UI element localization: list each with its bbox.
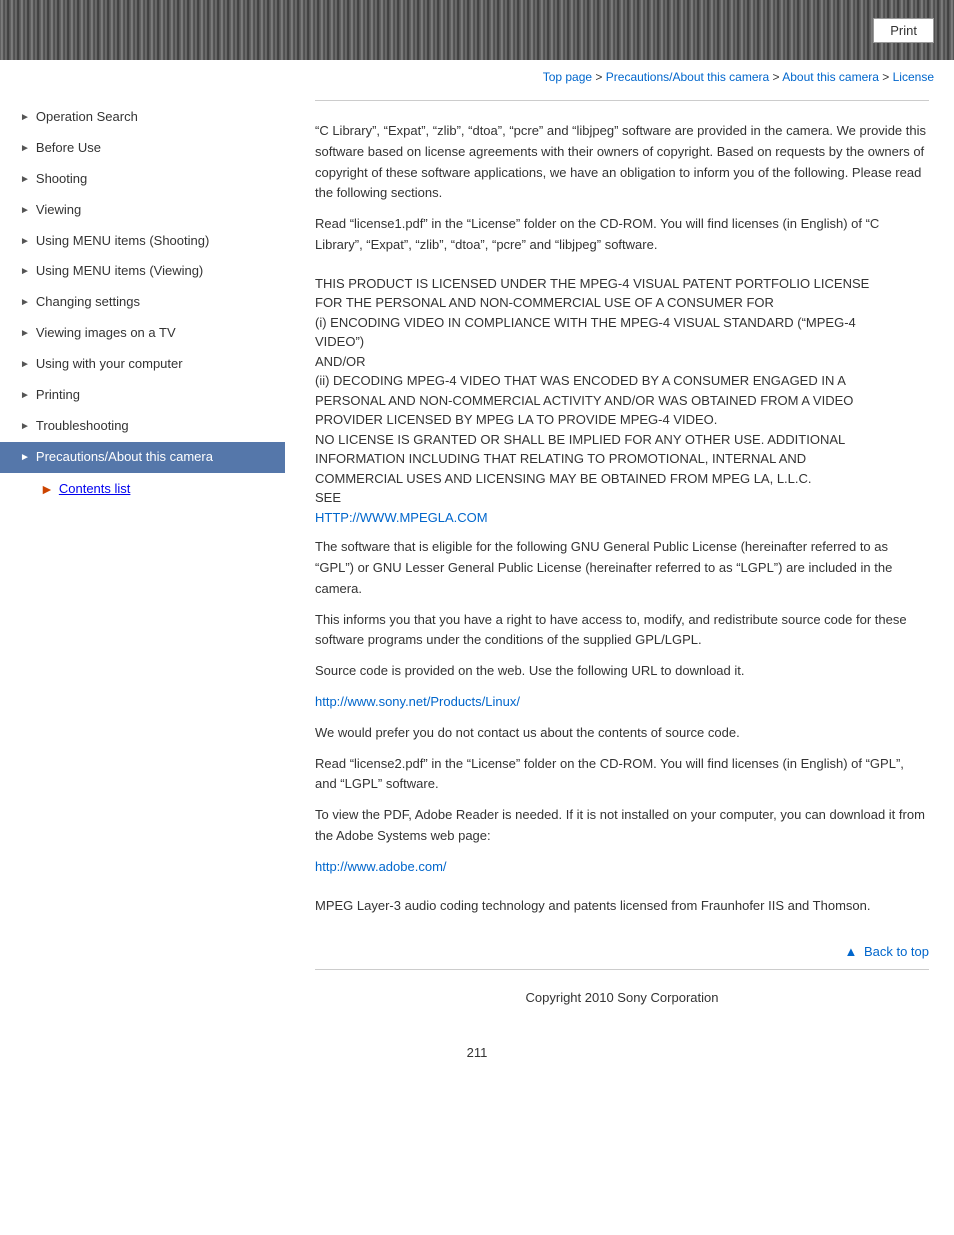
sidebar-item-precautions[interactable]: ► Precautions/About this camera [0, 442, 285, 473]
arrow-icon: ► [20, 265, 30, 278]
arrow-icon: ► [20, 235, 30, 248]
triangle-up-icon: ▲ [844, 944, 857, 959]
arrow-icon: ► [20, 358, 30, 371]
breadcrumb-about-camera[interactable]: About this camera [782, 70, 879, 84]
sidebar: ► Operation Search ► Before Use ► Shooti… [0, 92, 285, 1035]
sidebar-item-label: Shooting [36, 171, 87, 188]
sidebar-item-label: Using MENU items (Shooting) [36, 233, 209, 250]
footer-divider [315, 969, 929, 970]
main-layout: ► Operation Search ► Before Use ► Shooti… [0, 92, 954, 1035]
clibrary-para1: “C Library”, “Expat”, “zlib”, “dtoa”, “p… [315, 121, 929, 204]
sidebar-item-printing[interactable]: ► Printing [0, 380, 285, 411]
sidebar-item-before-use[interactable]: ► Before Use [0, 133, 285, 164]
arrow-right-icon: ► [40, 481, 54, 497]
gpl-para1: The software that is eligible for the fo… [315, 537, 929, 599]
sidebar-item-label: Using with your computer [36, 356, 183, 373]
mpeg4-line12: SEE [315, 488, 929, 508]
page-number: 211 [0, 1035, 954, 1070]
arrow-icon: ► [20, 173, 30, 186]
mpeg4-line3: (i) ENCODING VIDEO IN COMPLIANCE WITH TH… [315, 313, 929, 333]
section-gpl: The software that is eligible for the fo… [315, 537, 929, 877]
sidebar-item-label: Before Use [36, 140, 101, 157]
contents-list-link[interactable]: ► Contents list [20, 473, 285, 505]
sidebar-item-operation-search[interactable]: ► Operation Search [0, 102, 285, 133]
mpegla-url[interactable]: HTTP://WWW.MPEGLA.COM [315, 510, 488, 525]
back-to-top: ▲ Back to top [315, 934, 929, 964]
section-mpeg-layer3: MPEG Layer-3 audio coding technology and… [315, 896, 929, 917]
clibrary-para2: Read “license1.pdf” in the “License” fol… [315, 214, 929, 256]
back-to-top-label: Back to top [864, 944, 929, 959]
gpl-para2: This informs you that you have a right t… [315, 610, 929, 652]
section-clibrary: “C Library”, “Expat”, “zlib”, “dtoa”, “p… [315, 121, 929, 256]
arrow-icon: ► [20, 296, 30, 309]
sidebar-item-troubleshooting[interactable]: ► Troubleshooting [0, 411, 285, 442]
sidebar-item-label: Viewing [36, 202, 81, 219]
back-to-top-link[interactable]: ▲ Back to top [844, 944, 929, 959]
mpeg4-line7: PERSONAL AND NON-COMMERCIAL ACTIVITY AND… [315, 391, 929, 411]
arrow-icon: ► [20, 420, 30, 433]
mpeg4-line10: INFORMATION INCLUDING THAT RELATING TO P… [315, 449, 929, 469]
adobe-url[interactable]: http://www.adobe.com/ [315, 859, 447, 874]
sony-linux-url[interactable]: http://www.sony.net/Products/Linux/ [315, 694, 520, 709]
gpl-para3: Source code is provided on the web. Use … [315, 661, 929, 682]
sidebar-item-computer[interactable]: ► Using with your computer [0, 349, 285, 380]
gpl-para5: Read “license2.pdf” in the “License” fol… [315, 754, 929, 796]
mpeg4-line1: THIS PRODUCT IS LICENSED UNDER THE MPEG-… [315, 274, 929, 294]
contents-list-label[interactable]: Contents list [59, 481, 131, 496]
arrow-icon: ► [20, 389, 30, 402]
sidebar-item-viewing[interactable]: ► Viewing [0, 195, 285, 226]
sidebar-item-label: Troubleshooting [36, 418, 129, 435]
breadcrumb-top-page[interactable]: Top page [543, 70, 592, 84]
footer: Copyright 2010 Sony Corporation [315, 975, 929, 1015]
print-button[interactable]: Print [873, 18, 934, 43]
content-area: “C Library”, “Expat”, “zlib”, “dtoa”, “p… [285, 92, 954, 1035]
arrow-icon: ► [20, 327, 30, 340]
sidebar-item-menu-viewing[interactable]: ► Using MENU items (Viewing) [0, 256, 285, 287]
sidebar-item-changing-settings[interactable]: ► Changing settings [0, 287, 285, 318]
breadcrumb: Top page > Precautions/About this camera… [0, 60, 954, 92]
mpeg4-line4: VIDEO”) [315, 332, 929, 352]
arrow-icon: ► [20, 451, 30, 464]
mpeg4-line8: PROVIDER LICENSED BY MPEG LA TO PROVIDE … [315, 410, 929, 430]
header-bar: Print [0, 0, 954, 60]
arrow-icon: ► [20, 111, 30, 124]
gpl-para4: We would prefer you do not contact us ab… [315, 723, 929, 744]
sidebar-item-shooting[interactable]: ► Shooting [0, 164, 285, 195]
mpeg-layer3-para: MPEG Layer-3 audio coding technology and… [315, 896, 929, 917]
sidebar-item-label: Printing [36, 387, 80, 404]
mpeg4-line2: FOR THE PERSONAL AND NON-COMMERCIAL USE … [315, 293, 929, 313]
mpeg4-line6: (ii) DECODING MPEG-4 VIDEO THAT WAS ENCO… [315, 371, 929, 391]
sidebar-item-label: Precautions/About this camera [36, 449, 213, 466]
top-divider [315, 100, 929, 101]
sidebar-item-label: Viewing images on a TV [36, 325, 176, 342]
sidebar-item-viewing-tv[interactable]: ► Viewing images on a TV [0, 318, 285, 349]
section-mpeg4: THIS PRODUCT IS LICENSED UNDER THE MPEG-… [315, 274, 929, 528]
gpl-para6: To view the PDF, Adobe Reader is needed.… [315, 805, 929, 847]
breadcrumb-license[interactable]: License [893, 70, 934, 84]
sidebar-item-label: Operation Search [36, 109, 138, 126]
sidebar-item-label: Using MENU items (Viewing) [36, 263, 203, 280]
copyright-text: Copyright 2010 Sony Corporation [526, 990, 719, 1005]
gpl-url2: http://www.sony.net/Products/Linux/ [315, 692, 929, 713]
mpeg4-line9: NO LICENSE IS GRANTED OR SHALL BE IMPLIE… [315, 430, 929, 450]
gpl-url3: http://www.adobe.com/ [315, 857, 929, 878]
arrow-icon: ► [20, 204, 30, 217]
mpeg4-line11: COMMERCIAL USES AND LICENSING MAY BE OBT… [315, 469, 929, 489]
sidebar-item-label: Changing settings [36, 294, 140, 311]
sidebar-item-menu-shooting[interactable]: ► Using MENU items (Shooting) [0, 226, 285, 257]
content-body: “C Library”, “Expat”, “zlib”, “dtoa”, “p… [315, 121, 929, 916]
arrow-icon: ► [20, 142, 30, 155]
breadcrumb-precautions[interactable]: Precautions/About this camera [606, 70, 769, 84]
mpeg4-line5: AND/OR [315, 352, 929, 372]
